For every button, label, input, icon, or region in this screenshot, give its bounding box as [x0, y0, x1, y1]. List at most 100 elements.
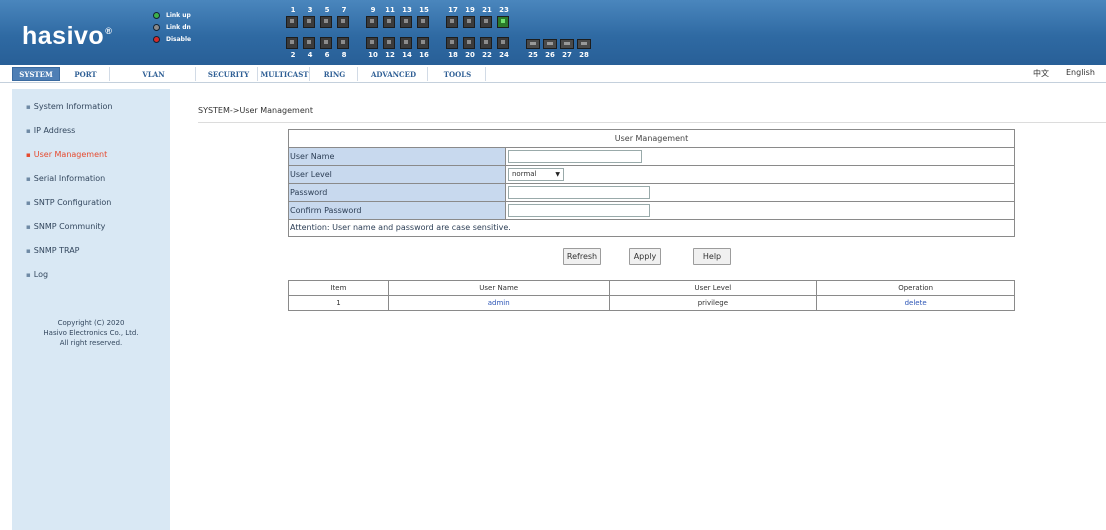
- port-18-icon[interactable]: [446, 37, 458, 49]
- tab-port[interactable]: PORT: [62, 67, 110, 81]
- tab-ring[interactable]: RING: [312, 67, 358, 81]
- port-label-6: 6: [324, 51, 330, 59]
- tab-advanced[interactable]: ADVANCED: [360, 67, 428, 81]
- switch-port-panel: 1 3 5 7 9 11 13 15 17 19 21 23 2 4 6 8 10 12 14 16 18 20 22 24 2…: [286, 6, 646, 61]
- port-13-icon[interactable]: [400, 16, 412, 28]
- user-level-label: User Level: [289, 166, 506, 183]
- sidebar-item-serial-information[interactable]: ▪ Serial Information: [26, 174, 105, 183]
- port-label-14: 14: [402, 51, 412, 59]
- port-25-icon[interactable]: [526, 39, 540, 49]
- port-12-icon[interactable]: [383, 37, 395, 49]
- port-1-icon[interactable]: [286, 16, 298, 28]
- legend-disable: Disable: [153, 33, 213, 45]
- form-title: User Management: [289, 130, 1014, 148]
- tab-multicast[interactable]: MULTICAST: [260, 67, 310, 81]
- port-label-13: 13: [402, 6, 412, 14]
- port-2-icon[interactable]: [286, 37, 298, 49]
- delete-user-link[interactable]: delete: [816, 295, 1015, 311]
- disable-icon: [153, 35, 160, 43]
- sidebar: ▪ System Information ▪ IP Address ▪ User Ma…: [12, 89, 170, 530]
- tab-system[interactable]: SYSTEM: [12, 67, 60, 81]
- port-14-icon[interactable]: [400, 37, 412, 49]
- legend-link-up: Link up: [153, 9, 213, 21]
- port-label-28: 28: [579, 51, 589, 59]
- port-label-23: 23: [499, 6, 509, 14]
- port-label-5: 5: [324, 6, 330, 14]
- port-label-24: 24: [499, 51, 509, 59]
- port-label-1: 1: [290, 6, 296, 14]
- user-name-input[interactable]: [508, 150, 642, 163]
- sidebar-item-snmp-trap[interactable]: ▪ SNMP TRAP: [26, 246, 80, 255]
- port-20-icon[interactable]: [463, 37, 475, 49]
- port-3-icon[interactable]: [303, 16, 315, 28]
- bullet-icon: ▪: [26, 199, 31, 207]
- port-5-icon[interactable]: [320, 16, 332, 28]
- port-17-icon[interactable]: [446, 16, 458, 28]
- breadcrumb: SYSTEM->User Management: [198, 106, 313, 115]
- port-23-icon[interactable]: [497, 16, 509, 28]
- bullet-icon: ▪: [26, 175, 31, 183]
- column-header-user-level: User Level: [608, 280, 818, 296]
- bullet-icon: ▪: [26, 151, 31, 159]
- port-label-16: 16: [419, 51, 429, 59]
- port-label-27: 27: [562, 51, 572, 59]
- port-19-icon[interactable]: [463, 16, 475, 28]
- bullet-icon: ▪: [26, 223, 31, 231]
- port-9-icon[interactable]: [366, 16, 378, 28]
- port-label-20: 20: [465, 51, 475, 59]
- sidebar-item-system-information[interactable]: ▪ System Information: [26, 102, 112, 111]
- user-management-form: User Management User Name User Level nor…: [288, 129, 1015, 237]
- refresh-button[interactable]: Refresh: [563, 248, 601, 265]
- sidebar-item-snmp-community[interactable]: ▪ SNMP Community: [26, 222, 105, 231]
- table-header-row: Item User Name User Level Operation: [288, 280, 1015, 296]
- port-7-icon[interactable]: [337, 16, 349, 28]
- link-up-icon: [153, 11, 160, 19]
- port-10-icon[interactable]: [366, 37, 378, 49]
- sidebar-item-sntp-configuration[interactable]: ▪ SNTP Configuration: [26, 198, 111, 207]
- column-header-operation: Operation: [816, 280, 1015, 296]
- port-label-26: 26: [545, 51, 555, 59]
- port-22-icon[interactable]: [480, 37, 492, 49]
- column-header-user-name: User Name: [387, 280, 610, 296]
- chevron-down-icon: ▼: [555, 171, 560, 178]
- main-nav: SYSTEM PORT VLAN SECURITY MULTICAST RING…: [0, 65, 1106, 83]
- port-27-icon[interactable]: [560, 39, 574, 49]
- header-banner: hasivo® Link up Link dn Disable 1 3 5 7 9 11 1…: [0, 0, 1106, 65]
- lang-chinese-link[interactable]: 中文: [1033, 68, 1049, 79]
- user-level-select[interactable]: normal ▼: [508, 168, 564, 181]
- password-input[interactable]: [508, 186, 650, 199]
- port-26-icon[interactable]: [543, 39, 557, 49]
- tab-vlan[interactable]: VLAN: [112, 67, 196, 81]
- lang-english-link[interactable]: English: [1066, 68, 1095, 77]
- user-name-link[interactable]: admin: [387, 295, 610, 311]
- brand-logo: hasivo®: [22, 22, 113, 50]
- port-6-icon[interactable]: [320, 37, 332, 49]
- port-8-icon[interactable]: [337, 37, 349, 49]
- port-16-icon[interactable]: [417, 37, 429, 49]
- port-label-18: 18: [448, 51, 458, 59]
- column-header-item: Item: [288, 280, 389, 296]
- port-24-icon[interactable]: [497, 37, 509, 49]
- port-28-icon[interactable]: [577, 39, 591, 49]
- port-15-icon[interactable]: [417, 16, 429, 28]
- port-label-3: 3: [307, 6, 313, 14]
- legend-link-down: Link dn: [153, 21, 213, 33]
- port-4-icon[interactable]: [303, 37, 315, 49]
- sidebar-item-log[interactable]: ▪ Log: [26, 270, 48, 279]
- password-row: Password: [289, 184, 1014, 202]
- sidebar-item-user-management[interactable]: ▪ User Management: [26, 150, 107, 159]
- port-21-icon[interactable]: [480, 16, 492, 28]
- confirm-password-input[interactable]: [508, 204, 650, 217]
- apply-button[interactable]: Apply: [629, 248, 661, 265]
- users-table: Item User Name User Level Operation 1 ad…: [288, 280, 1015, 311]
- sidebar-item-ip-address[interactable]: ▪ IP Address: [26, 126, 75, 135]
- tab-security[interactable]: SECURITY: [200, 67, 258, 81]
- port-status-legend: Link up Link dn Disable: [153, 9, 213, 45]
- confirm-password-row: Confirm Password: [289, 202, 1014, 220]
- link-down-icon: [153, 23, 160, 31]
- help-button[interactable]: Help: [693, 248, 731, 265]
- port-11-icon[interactable]: [383, 16, 395, 28]
- port-label-12: 12: [385, 51, 395, 59]
- port-label-22: 22: [482, 51, 492, 59]
- tab-tools[interactable]: TOOLS: [430, 67, 486, 81]
